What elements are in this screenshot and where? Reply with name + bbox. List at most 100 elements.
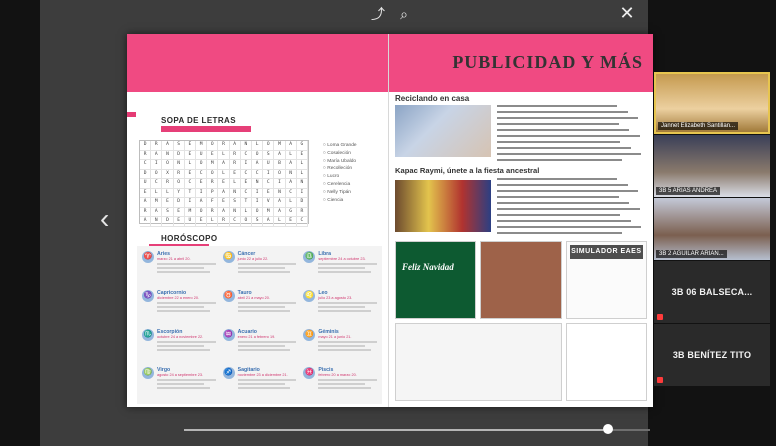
grid-cell: A [251,160,264,170]
page-title: PUBLICIDAD Y MÁS [452,52,643,72]
horoscope-sign: ♌ Leo julio 23 a agosto 23. [301,288,379,324]
kapac-text [497,178,647,238]
grid-cell: F [207,198,219,208]
grid-cell: S [173,141,185,151]
grid-cell: C [240,169,252,179]
horoscope-title: HORÓSCOPO [161,234,218,243]
grid-cell: R [162,179,174,189]
grid-cell: C [229,217,241,227]
grid-cell: C [184,179,196,189]
grid-cell: O [251,150,264,160]
word-list: ○ Loma Grande ○ Cosaleción ○ María Ubaldo ○… [323,142,383,204]
word-list-item: ○ Cerelencia [323,181,351,187]
sopa-title: SOPA DE LETRAS [161,116,236,125]
grid-cell: O [207,141,219,151]
participants-panel: Jannet Elizabeth Santillan... 3B 5 ARIAS … [654,72,770,387]
grid-cell: A [285,160,297,170]
grid-cell: T [240,198,252,208]
word-list-item: ○ Loma Grande [323,143,357,148]
grid-cell: E [162,198,174,208]
grid-cell: E [218,179,230,189]
participant-name: 3B 5 ARIAS ANDREA [656,187,721,195]
zoom-icon[interactable]: ⌕ [396,6,412,22]
horoscope-sign: ♈ Aries marzo 21 a abril 20. [140,249,218,285]
sign-dates: octubre 24 a noviembre 22. [157,334,204,339]
simulador-title: SIMULADOR EAES [569,245,643,259]
grid-cell: E [229,169,241,179]
grid-cell: O [195,160,208,170]
grid-cell: O [263,141,275,151]
word-list-item: ○ Ciencia [323,197,344,203]
zodiac-icon: ♎ [303,251,316,263]
grid-cell: Y [173,188,185,198]
chevron-left-icon[interactable]: ‹ [100,205,109,233]
grid-cell: R [140,207,152,217]
participant-tile[interactable]: 3B 5 ARIAS ANDREA [654,135,770,197]
grid-cell: C [285,188,297,198]
grid-cell: A [218,160,230,170]
grid-cell: I [240,160,252,170]
sign-dates: febrero 20 a marzo 20. [318,373,357,378]
grid-cell: V [263,198,275,208]
ad-simulador: SIMULADOR EAES [565,241,647,319]
grid-cell: O [274,169,286,179]
recycling-photo [395,105,491,157]
horoscope-grid: ♈ Aries marzo 21 a abril 20. ♋ Cáncer ju… [137,246,382,404]
progress-track[interactable] [184,429,650,431]
zodiac-icon: ♋ [222,251,235,263]
grid-cell: M [263,207,275,217]
grid-cell: E [184,150,196,160]
grid-cell: R [296,207,308,217]
zodiac-icon: ♌ [303,289,316,302]
grid-cell: A [195,198,208,208]
grid-cell: R [173,169,185,179]
zodiac-icon: ♈ [142,251,154,263]
participant-name: 3B BENÍTEZ TITO [672,350,752,360]
grid-cell: C [263,179,275,189]
grid-cell: A [151,150,163,160]
close-icon[interactable]: ✕ [618,4,636,22]
progress-handle[interactable] [603,424,613,434]
word-list-item: ○ Cosaleción [323,150,351,156]
grid-cell: I [296,188,308,198]
participant-tile[interactable]: 3B 06 BALSECA... [654,261,770,323]
grid-cell: E [240,179,252,189]
zodiac-icon: ♍ [142,367,154,380]
zodiac-icon: ♒ [222,328,235,341]
grid-cell: A [285,179,297,189]
grid-cell: A [274,207,286,217]
word-list-item: ○ María Ubaldo [323,158,357,164]
grid-cell: E [296,150,308,160]
grid-cell: R [140,150,152,160]
grid-cell: L [274,217,286,227]
presentation-stage: ⤴ ⌕ ✕ ‹ SOPA DE LETRAS DRASEMORANLOMAGRA… [40,0,653,446]
grid-cell: E [140,188,152,198]
ads-grid: Feliz Navidad SIMULADOR EAES [395,241,647,401]
sign-dates: abril 21 a mayo 20. [237,295,270,300]
grid-cell: L [240,207,252,217]
participant-tile[interactable]: Jannet Elizabeth Santillan... [654,72,770,134]
sopa-underline [161,126,251,132]
grid-cell: C [240,150,252,160]
grid-cell: A [274,150,286,160]
word-list-item: ○ Lucro [323,174,340,180]
recycling-text [497,105,647,165]
participant-tile[interactable]: 3B BENÍTEZ TITO [654,324,770,386]
grid-cell: E [184,169,196,179]
grid-cell: G [296,141,308,151]
share-icon[interactable]: ⤴ [370,6,386,22]
grid-cell: C [195,169,208,179]
grid-cell: L [162,188,174,198]
grid-cell: M [207,160,219,170]
grid-cell: S [162,207,174,217]
grid-cell: N [173,160,185,170]
ad-feliz-navidad: Feliz Navidad [395,241,477,319]
horoscope-sign: ♒ Acuario enero 21 a febrero 19. [221,327,299,363]
participant-tile[interactable]: 3B 2 AGUILAR ARIAN... [654,198,770,260]
grid-cell: N [162,150,174,160]
grid-cell: N [285,169,297,179]
grid-cell: L [285,198,297,208]
grid-cell: R [229,150,241,160]
grid-cell: A [285,141,297,151]
left-page: SOPA DE LETRAS DRASEMORANLOMAGRANDEUELRC… [127,34,389,407]
